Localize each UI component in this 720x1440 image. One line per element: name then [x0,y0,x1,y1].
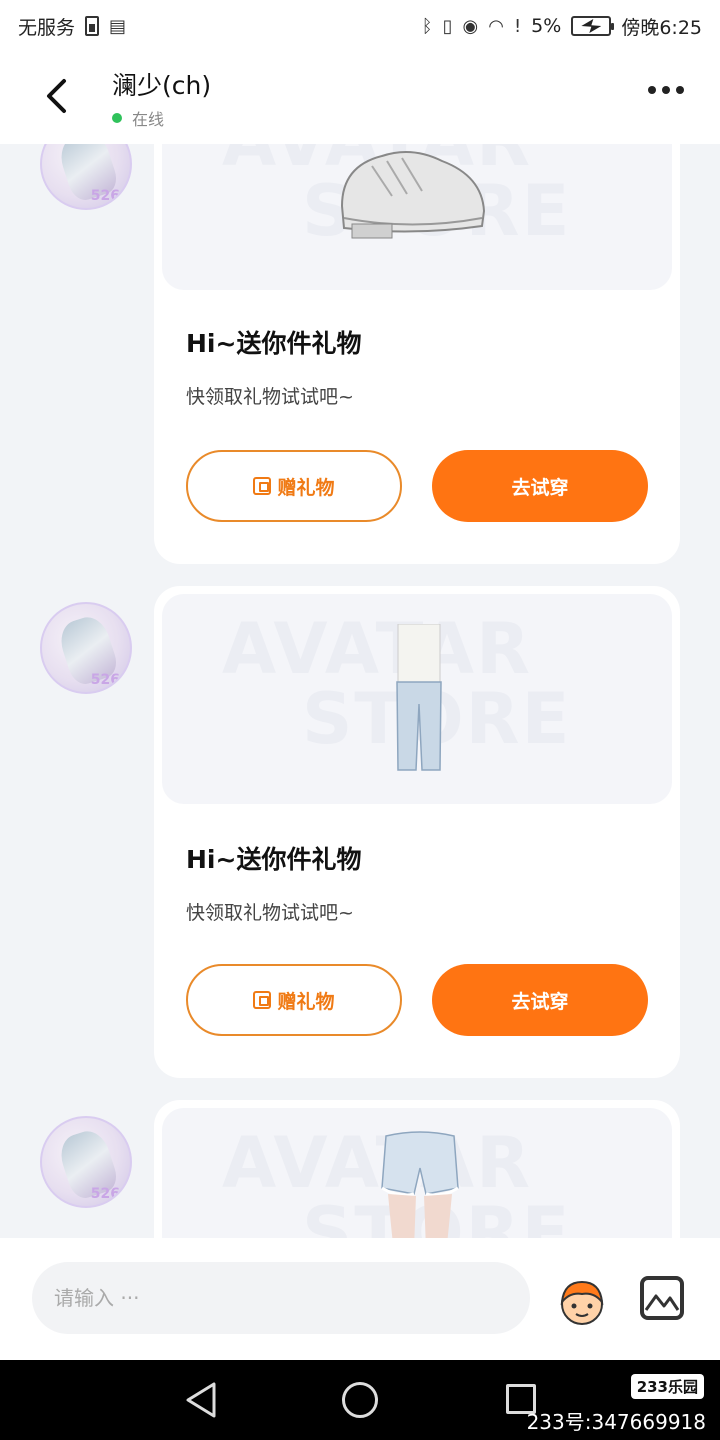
status-left: 无服务 ▤ [18,13,126,40]
battery-icon [571,16,615,36]
shorts-icon [381,1131,459,1238]
gift-title: Hi~送你件礼物 [186,329,362,358]
sender-avatar[interactable]: 526 [40,602,132,694]
sneaker-icon [340,151,486,239]
avatar-badge: 526 [90,188,120,204]
more-dot-icon [676,86,684,94]
more-dot-icon [662,86,670,94]
try-on-label: 去试穿 [511,990,569,1013]
gift-item-image: AVATAR STORE [162,1108,672,1238]
emoji-icon[interactable] [554,1276,610,1326]
input-bar [0,1238,720,1360]
image-picker-button[interactable] [640,1276,684,1320]
send-gift-button[interactable]: 赠礼物 [186,964,402,1036]
send-gift-label: 赠礼物 [277,476,335,499]
clock: 傍晚6:25 [621,16,702,39]
online-status-label: 在线 [132,110,165,129]
contact-name: 澜少(ch) [112,71,212,100]
chat-screen: 无服务 ▤ ᛒ ▯ ◉ ◠ ! 5% 傍晚6:25 澜少(ch) 在线 526 … [0,0,720,1440]
vibrate-icon: ▯ [442,15,453,37]
send-gift-button[interactable]: 赠礼物 [186,450,402,522]
more-options-button[interactable] [648,86,684,94]
status-bar: 无服务 ▤ ᛒ ▯ ◉ ◠ ! 5% 傍晚6:25 [0,0,720,52]
avatar-badge: 526 [90,672,120,688]
gift-item-image: AVATAR STORE [162,594,672,804]
gift-icon [253,991,272,1009]
carrier-text: 无服务 [18,16,76,39]
eye-comfort-icon: ◉ [462,15,479,37]
sim-icon: ▤ [109,15,127,37]
system-nav-bar: 233乐园 233号:347669918 [0,1360,720,1440]
platform-user-id: 233号:347669918 [526,1410,706,1434]
message-input[interactable] [32,1262,530,1334]
send-gift-label: 赠礼物 [277,990,335,1013]
sender-avatar[interactable]: 526 [40,144,132,210]
gift-card: AVATAR STORE Hi~送你件礼物 快领取礼物试试吧~ 赠礼物 去试穿 [154,586,680,1078]
online-status: 在线 [112,106,164,130]
try-on-button[interactable]: 去试穿 [432,964,648,1036]
gift-card: AVATAR STORE Hi~送你件礼物 快领取礼物试试吧~ 赠礼物 [154,144,680,564]
try-on-label: 去试穿 [511,476,569,499]
avatar-badge: 526 [90,1186,120,1202]
gift-subtitle: 快领取礼物试试吧~ [186,386,354,408]
nav-home-icon[interactable] [342,1382,378,1418]
gift-item-image: AVATAR STORE [162,144,672,290]
bluetooth-icon: ᛒ [421,15,433,37]
try-on-button[interactable]: 去试穿 [432,450,648,522]
back-arrow-icon [47,79,66,113]
online-dot-icon [112,113,122,123]
battery-percent: 5% [531,15,562,37]
chat-header: 澜少(ch) 在线 [0,52,720,144]
nav-back-icon[interactable] [182,1380,222,1420]
gift-title: Hi~送你件礼物 [186,845,362,874]
wifi-icon: ◠ [488,15,504,37]
gift-icon [253,477,272,495]
sender-avatar[interactable]: 526 [40,1116,132,1208]
image-icon [644,1294,680,1311]
more-dot-icon [648,86,656,94]
battery-saver-icon [85,16,100,36]
status-right: ᛒ ▯ ◉ ◠ ! 5% 傍晚6:25 [422,13,702,40]
platform-logo: 233乐园 [630,1374,704,1399]
pants-icon [396,624,442,771]
message-list[interactable]: 526 AVATAR STORE Hi~送你件礼物 快领取礼物试 [0,144,720,1238]
gift-card: AVATAR STORE [154,1100,680,1238]
alert-icon: ! [513,15,522,37]
back-button[interactable] [36,74,76,118]
gift-subtitle: 快领取礼物试试吧~ [186,902,354,924]
